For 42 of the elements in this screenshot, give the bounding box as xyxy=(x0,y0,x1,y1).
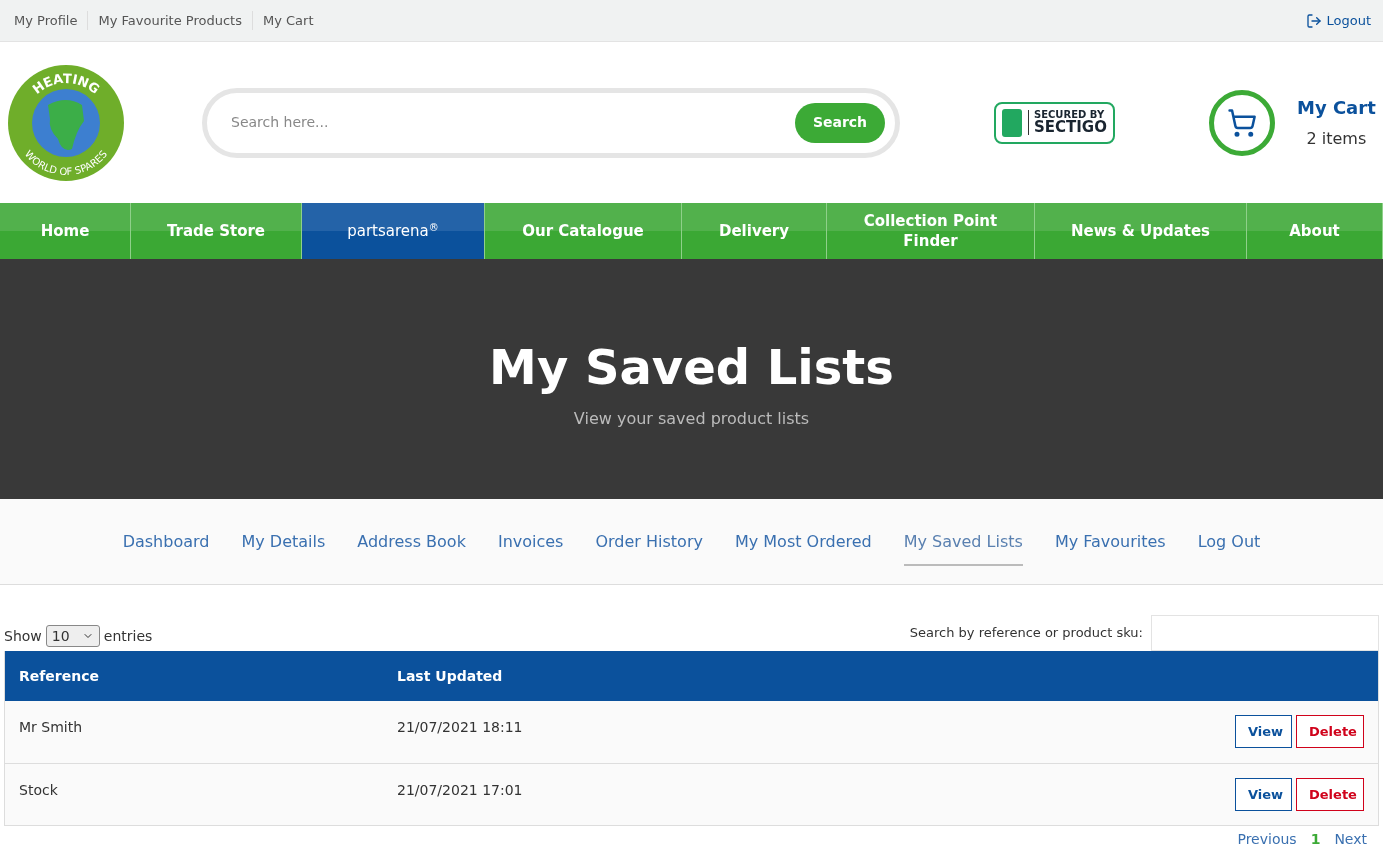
account-tab[interactable]: Invoices xyxy=(497,517,564,566)
search-input[interactable]: Search here... xyxy=(231,112,795,133)
nav-item[interactable]: partsarena$^{®}$ xyxy=(302,203,485,259)
account-tab[interactable]: Log Out xyxy=(1197,517,1261,566)
table-cell-text: 21/07/2021 17:01 xyxy=(397,781,523,800)
pagination-link[interactable]: Next xyxy=(1334,829,1367,850)
column-header: Reference xyxy=(18,666,101,686)
view-button[interactable]: View xyxy=(1235,715,1292,748)
hero-subtitle: View your saved product lists xyxy=(573,408,810,430)
account-tab[interactable]: My Favourites xyxy=(1054,517,1166,566)
table-search-input[interactable] xyxy=(1151,615,1379,651)
account-tab[interactable]: My Saved Lists xyxy=(903,517,1023,566)
table-cell-text: 21/07/2021 18:11 xyxy=(397,718,523,737)
top-link[interactable]: My Cart xyxy=(251,10,324,31)
entries-label: entries xyxy=(103,626,153,646)
badge-brand: SECTIGO xyxy=(1034,120,1107,135)
account-tab[interactable]: Address Book xyxy=(357,517,466,566)
cart-icon xyxy=(1227,107,1257,138)
table-cell-text: Stock xyxy=(18,781,59,800)
column-header: Last Updated xyxy=(397,666,503,686)
account-tab[interactable]: Order History xyxy=(595,517,703,566)
account-tab[interactable]: Dashboard xyxy=(122,517,210,566)
page-size-select[interactable]: 10 xyxy=(45,625,100,647)
account-tab[interactable]: My Details xyxy=(241,517,326,566)
search-label: Search by reference or product sku: xyxy=(909,624,1143,643)
cart-count: 2 items xyxy=(1306,128,1367,150)
table-cell-text: Mr Smith xyxy=(18,718,84,737)
pagination-link[interactable]: 1 xyxy=(1310,829,1321,850)
cart-title[interactable]: My Cart xyxy=(1297,94,1376,121)
hero-title: My Saved Lists xyxy=(489,338,894,397)
show-label: Show xyxy=(4,626,42,646)
logout-icon xyxy=(1306,12,1323,29)
view-button[interactable]: View xyxy=(1235,778,1292,811)
top-link[interactable]: My Profile xyxy=(4,10,88,31)
badge-text: SECURED BY xyxy=(1034,110,1106,120)
search-button[interactable]: Search xyxy=(795,102,885,143)
top-link[interactable]: My Favourite Products xyxy=(87,10,252,31)
delete-button[interactable]: Delete xyxy=(1296,778,1364,811)
delete-button[interactable]: Delete xyxy=(1296,715,1364,748)
logout-link[interactable]: Logout xyxy=(1306,10,1379,31)
pagination-link[interactable]: Previous xyxy=(1237,829,1297,850)
account-tab[interactable]: My Most Ordered xyxy=(734,517,872,566)
